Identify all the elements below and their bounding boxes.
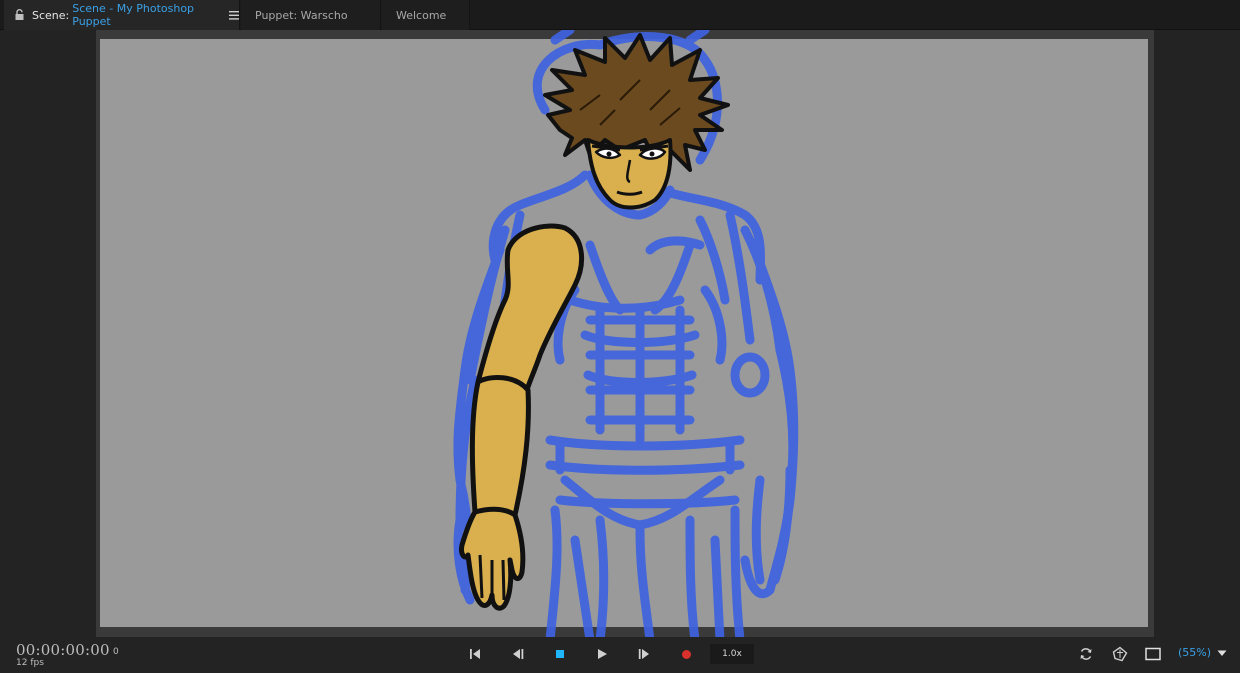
panel-tab-bar: Scene: Scene - My Photoshop Puppet Puppe… [0, 0, 1240, 30]
hamburger-menu-icon[interactable] [229, 10, 239, 20]
tab-scene[interactable]: Scene: Scene - My Photoshop Puppet [4, 0, 240, 30]
scene-canvas[interactable] [100, 39, 1148, 627]
tab-scene-prefix: Scene: [32, 8, 70, 22]
tab-scene-name: Scene - My Photoshop Puppet [72, 2, 195, 28]
tab-welcome-label: Welcome [396, 8, 447, 22]
stop-icon[interactable] [551, 645, 569, 663]
chevron-down-icon[interactable] [1216, 648, 1228, 658]
scene-panel [4, 30, 1236, 637]
step-back-icon[interactable] [509, 645, 527, 663]
step-forward-icon[interactable] [635, 645, 653, 663]
puppet-track-icon[interactable] [1111, 645, 1129, 663]
frame-rate-label: 12 fps [16, 658, 44, 668]
frame-number: 0 [113, 647, 119, 657]
transport-bar: 00:00:00:00 0 12 fps 1.0x (55%) [0, 637, 1240, 673]
character-animator-window: Scene: Scene - My Photoshop Puppet Puppe… [0, 0, 1240, 673]
play-icon[interactable] [593, 645, 611, 663]
frame-icon[interactable] [1144, 645, 1162, 663]
timecode-display[interactable]: 00:00:00:00 [16, 641, 110, 659]
tab-puppet-label: Puppet: Warscho [255, 8, 348, 22]
go-to-start-icon[interactable] [466, 645, 484, 663]
lock-icon[interactable] [14, 9, 25, 21]
zoom-level[interactable]: (55%) [1178, 646, 1211, 659]
refresh-icon[interactable] [1077, 645, 1095, 663]
tab-puppet[interactable]: Puppet: Warscho [241, 0, 381, 30]
record-icon[interactable] [677, 645, 695, 663]
playback-speed-button[interactable]: 1.0x [710, 644, 754, 664]
tab-welcome[interactable]: Welcome [382, 0, 470, 30]
